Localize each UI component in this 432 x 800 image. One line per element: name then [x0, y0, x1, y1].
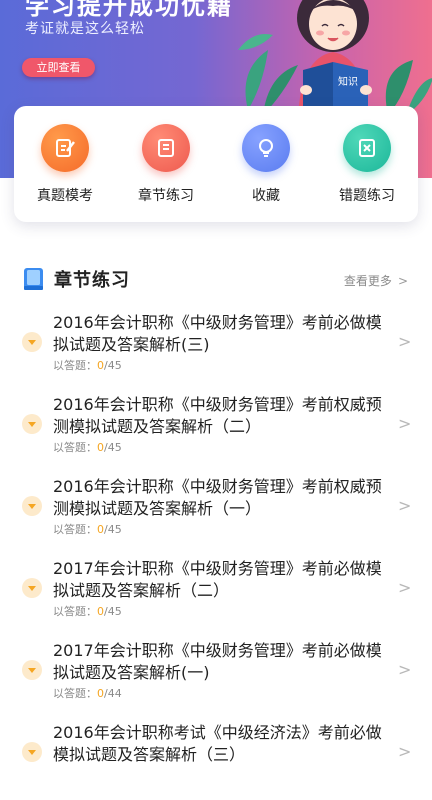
list-item[interactable]: 2016年会计职称《中级财务管理》考前权威预测模拟试题及答案解析（二） 以答题：…: [0, 390, 432, 472]
item-title: 2017年会计职称《中级财务管理》考前必做模拟试题及答案解析（二）: [53, 559, 382, 600]
list-item[interactable]: 2017年会计职称《中级财务管理》考前必做模拟试题及答案解析(一) 以答题：0/…: [0, 636, 432, 718]
chevron-down-badge-icon: [22, 332, 42, 352]
banner-subtitle: 考证就是这么轻松: [25, 21, 145, 37]
chevron-down-badge-icon: [22, 414, 42, 434]
chevron-down-badge-icon: [22, 578, 42, 598]
view-more-link[interactable]: 查看更多 >: [344, 272, 408, 289]
quick-menu-card: 真题模考 章节练习 收藏 错题练习: [14, 106, 418, 222]
chevron-right-icon: >: [398, 332, 412, 351]
view-more-label: 查看更多: [343, 274, 392, 288]
chevron-right-icon: >: [398, 742, 412, 761]
answered-count: 以答题：0/44: [53, 687, 122, 700]
book-icon: [24, 268, 43, 290]
list-item[interactable]: 2016年会计职称考试《中级经济法》考前必做模拟试题及答案解析（三） >: [0, 718, 432, 800]
item-title: 2017年会计职称《中级财务管理》考前必做模拟试题及答案解析(一): [53, 641, 382, 682]
chevron-right-icon: >: [398, 496, 412, 515]
menu-label: 真题模考: [37, 188, 93, 204]
section-title: 章节练习: [54, 270, 130, 291]
menu-item-exam-simulation[interactable]: 真题模考: [15, 124, 115, 205]
chapter-practice-header: 章节练习 查看更多 >: [24, 266, 414, 294]
list-item[interactable]: 2016年会计职称《中级财务管理》考前权威预测模拟试题及答案解析（一） 以答题：…: [0, 472, 432, 554]
book-icon: [142, 124, 190, 172]
list-item[interactable]: 2017年会计职称《中级财务管理》考前必做模拟试题及答案解析（二） 以答题：0/…: [0, 554, 432, 636]
item-title: 2016年会计职称考试《中级经济法》考前必做模拟试题及答案解析（三）: [53, 723, 382, 764]
book-text: 知识: [338, 75, 358, 88]
view-now-button[interactable]: 立即查看: [22, 58, 95, 77]
menu-label: 章节练习: [138, 188, 194, 204]
chapter-list: 2016年会计职称《中级财务管理》考前必做模拟试题及答案解析(三) 以答题：0/…: [0, 308, 432, 800]
error-notebook-icon: [343, 124, 391, 172]
list-item[interactable]: 2016年会计职称《中级财务管理》考前必做模拟试题及答案解析(三) 以答题：0/…: [0, 308, 432, 390]
answered-count: 以答题：0/45: [53, 605, 122, 618]
chevron-down-badge-icon: [22, 742, 42, 762]
edit-icon: [41, 124, 89, 172]
item-title: 2016年会计职称《中级财务管理》考前权威预测模拟试题及答案解析（一）: [53, 477, 382, 518]
answered-count: 以答题：0/45: [53, 441, 122, 454]
item-title: 2016年会计职称《中级财务管理》考前权威预测模拟试题及答案解析（二）: [53, 395, 382, 436]
item-title: 2016年会计职称《中级财务管理》考前必做模拟试题及答案解析(三): [53, 313, 382, 354]
answered-count: 以答题：0/45: [53, 359, 122, 372]
chevron-down-badge-icon: [22, 496, 42, 516]
lightbulb-icon: [242, 124, 290, 172]
answered-count: 以答题：0/45: [53, 523, 122, 536]
menu-item-chapter-practice[interactable]: 章节练习: [116, 124, 216, 205]
chevron-right-icon: >: [398, 660, 412, 679]
chevron-right-icon: >: [398, 578, 412, 597]
menu-label: 错题练习: [339, 188, 395, 204]
menu-item-wrong-questions[interactable]: 错题练习: [317, 124, 417, 205]
chevron-right-icon: >: [398, 414, 412, 433]
chevron-down-badge-icon: [22, 660, 42, 680]
menu-label: 收藏: [252, 188, 280, 204]
chevron-right-icon: >: [397, 274, 408, 288]
menu-item-favorites[interactable]: 收藏: [216, 124, 316, 205]
reading-girl-illustration: 知识: [238, 0, 432, 120]
